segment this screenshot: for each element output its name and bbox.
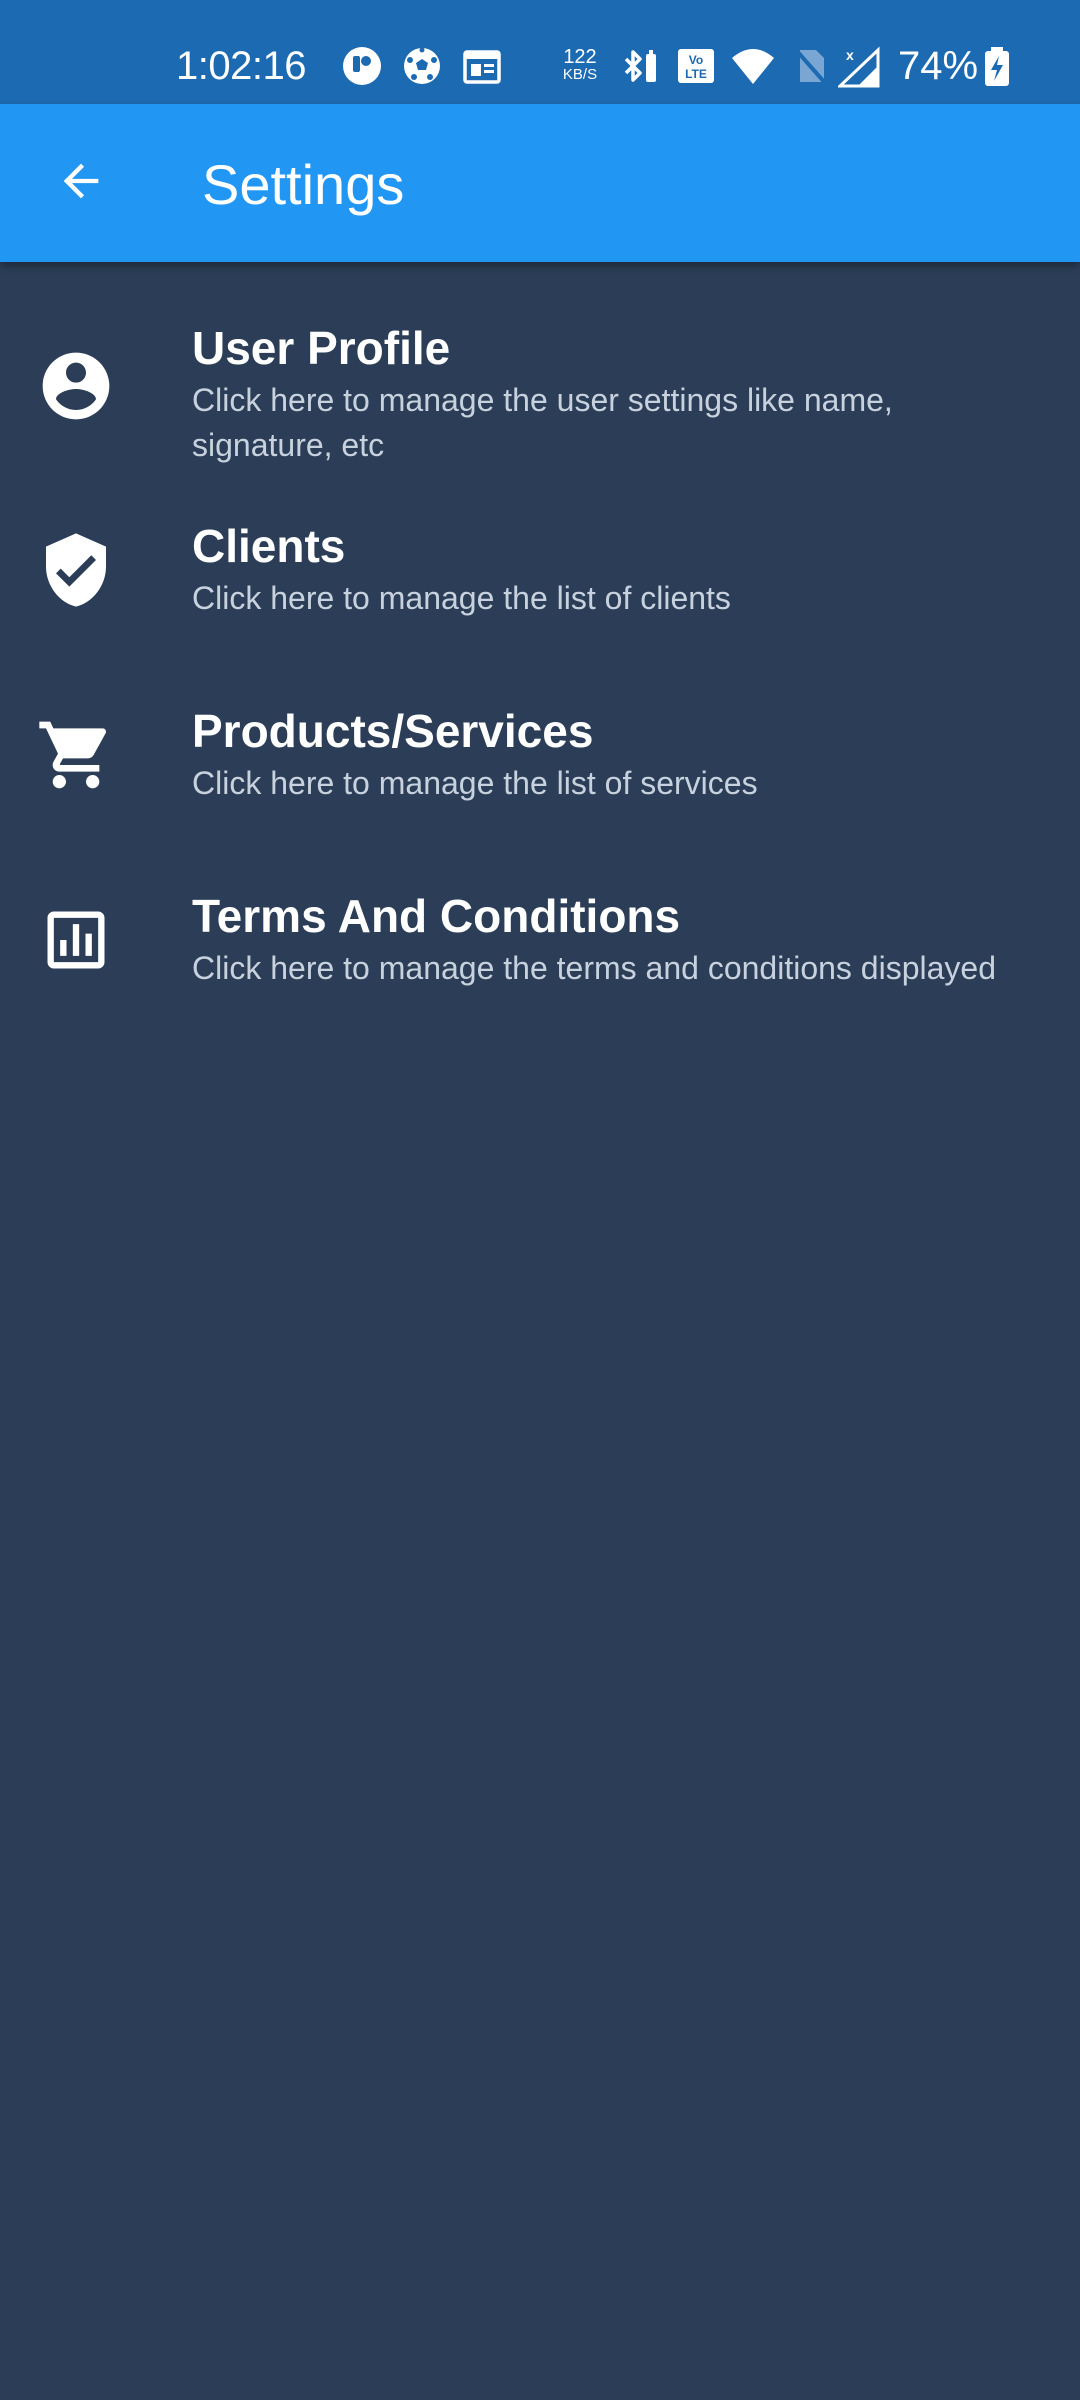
assessment-icon [36, 900, 116, 980]
wifi-icon [730, 46, 776, 91]
svg-text:LTE: LTE [685, 67, 707, 81]
calendar-icon [462, 46, 502, 91]
no-sim-icon [792, 46, 830, 91]
svg-text:Vo: Vo [689, 53, 703, 67]
network-speed: 122 KB/S [556, 46, 604, 84]
item-subtitle: Click here to manage the user settings l… [192, 382, 893, 463]
item-subtitle: Click here to manage the terms and condi… [192, 950, 996, 986]
settings-list: User Profile Click here to manage the us… [0, 262, 1080, 1017]
item-title: Clients [192, 520, 346, 572]
item-text: User Profile Click here to manage the us… [192, 320, 1040, 468]
back-button[interactable] [38, 140, 124, 226]
item-subtitle: Click here to manage the list of service… [192, 765, 758, 801]
network-speed-unit: KB/S [562, 66, 598, 83]
settings-item-user-profile[interactable]: User Profile Click here to manage the us… [0, 262, 1080, 463]
battery-charging-icon [982, 46, 1012, 93]
app-notification-icon [342, 46, 382, 91]
page-title: Settings [202, 153, 405, 216]
signal-icon: x [836, 46, 882, 93]
volte-icon: Vo LTE [676, 46, 716, 91]
item-text: Clients Click here to manage the list of… [192, 518, 1040, 621]
battery-percent: 74% [898, 44, 979, 88]
bluetooth-icon [618, 46, 660, 93]
settings-item-products-services[interactable]: Products/Services Click here to manage t… [0, 647, 1080, 832]
settings-item-clients[interactable]: Clients Click here to manage the list of… [0, 462, 1080, 647]
app-bar: Settings [0, 104, 1080, 262]
item-text: Products/Services Click here to manage t… [192, 703, 1040, 806]
verified-shield-icon [36, 530, 116, 610]
item-subtitle: Click here to manage the list of clients [192, 580, 731, 616]
status-bar: 1:02:16 122 KB/S Vo LTE x 74% [0, 0, 1080, 104]
item-title: User Profile [192, 322, 451, 374]
svg-text:x: x [846, 47, 854, 63]
soccer-ball-icon [402, 46, 442, 91]
settings-item-terms-and-conditions[interactable]: Terms And Conditions Click here to manag… [0, 832, 1080, 1017]
arrow-back-icon [55, 155, 107, 212]
item-title: Terms And Conditions [192, 890, 681, 942]
item-text: Terms And Conditions Click here to manag… [192, 888, 1040, 991]
account-circle-icon [36, 346, 116, 426]
network-speed-value: 122 [563, 46, 597, 68]
shopping-cart-icon [36, 715, 116, 795]
item-title: Products/Services [192, 705, 594, 757]
status-time: 1:02:16 [176, 44, 306, 88]
